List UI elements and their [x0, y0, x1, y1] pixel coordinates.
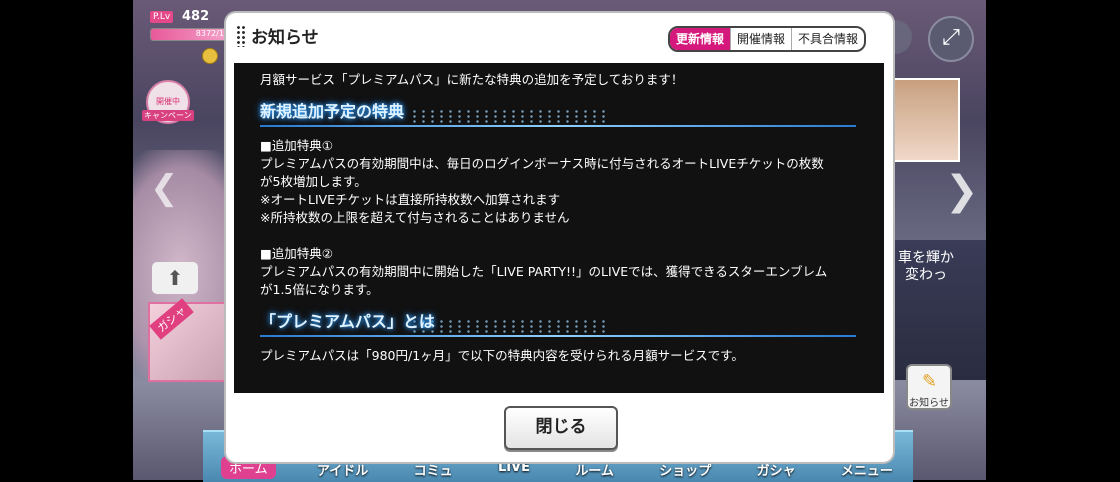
chevron-left-icon[interactable]: ❮ [150, 168, 179, 208]
scroll-up-button[interactable]: ⬆ [152, 262, 198, 294]
sparkle-decoration [410, 109, 610, 125]
expand-icon[interactable]: ⤢ [928, 16, 974, 62]
arrow-up-icon: ⬆ [166, 266, 184, 290]
exp-text: 8372/18 [195, 29, 229, 38]
bonus2-heading: ■追加特典② [260, 246, 334, 261]
nav-shop[interactable]: ショップ [659, 460, 711, 479]
nav-room[interactable]: ルーム [575, 460, 614, 479]
tab-bugs[interactable]: 不具合情報 [792, 28, 864, 50]
grip-icon [236, 25, 246, 47]
dialog-header: お知らせ 更新情報 開催情報 不具合情報 [226, 13, 893, 63]
idol-portrait[interactable] [890, 78, 960, 162]
campaign-sub-label: キャンペーン [142, 110, 194, 121]
nav-menu[interactable]: メニュー [841, 460, 893, 479]
desc-text-1: プレミアムパスは「980円/1ヶ月」で以下の特典内容を受けられる月額サービスです… [260, 348, 744, 363]
heading-underline [260, 125, 856, 127]
bell-icon: ✎ [922, 371, 938, 392]
nav-idol[interactable]: アイドル [317, 460, 368, 479]
tab-events[interactable]: 開催情報 [731, 28, 793, 50]
intro-text: 月額サービス「プレミアムパス」に新たな特典の追加を予定しております！ [260, 72, 684, 87]
close-button[interactable]: 閉じる [504, 406, 618, 450]
bonus2-text-2: が1.5倍になります。 [260, 282, 379, 297]
coin-icon [202, 48, 218, 64]
section-heading: 「プレミアムパス」とは [260, 313, 856, 339]
section-heading: 新規追加予定の特典 [260, 103, 856, 129]
bonus1-note-2: ※所持枚数の上限を超えて付与されることはありません [260, 210, 570, 225]
notice-tabs: 更新情報 開催情報 不具合情報 [668, 26, 867, 52]
bonus1-text-2: が5枚増加します。 [260, 174, 367, 189]
campaign-label: 開催中 [156, 97, 180, 106]
dialog-title: お知らせ [251, 28, 319, 48]
section-title-premium-pass: 「プレミアムパス」とは [260, 312, 435, 331]
exp-bar: 8372/18 [150, 28, 232, 41]
chevron-right-icon[interactable]: ❯ [945, 168, 979, 214]
notice-content[interactable]: 月額サービス「プレミアムパス」に新たな特典の追加を予定しております！ 新規追加予… [234, 63, 884, 393]
nav-live[interactable]: LIVE [498, 460, 530, 479]
bonus1-text-1: プレミアムパスの有効期間中は、毎日のログインボーナス時に付与されるオートLIVE… [260, 156, 824, 171]
section-title-new-bonus: 新規追加予定の特典 [260, 102, 405, 121]
nav-gacha[interactable]: ガシャ [757, 460, 796, 479]
plv-label: P.Lv [150, 11, 174, 23]
heading-underline [260, 335, 856, 337]
plv-value: 482 [182, 9, 210, 24]
bonus2-text-1: プレミアムパスの有効期間中に開始した「LIVE PARTY!!」のLIVEでは、… [260, 264, 828, 279]
tab-updates[interactable]: 更新情報 [670, 28, 732, 50]
nav-row: ホーム アイドル コミュ LIVE ルーム ショップ ガシャ メニュー [233, 460, 893, 479]
notice-button[interactable]: ✎ お知らせ [906, 364, 952, 410]
sparkle-decoration [410, 319, 610, 335]
notice-button-label: お知らせ [909, 398, 949, 409]
notice-dialog: お知らせ 更新情報 開催情報 不具合情報 月額サービス「プレミアムパス」に新たな… [226, 13, 893, 462]
bonus1-heading: ■追加特典① [260, 138, 334, 153]
bonus1-note-1: ※オートLIVEチケットは直接所持枚数へ加算されます [260, 192, 561, 207]
side-caption: 車を輝か 変わっ [898, 250, 954, 283]
nav-commu[interactable]: コミュ [414, 460, 453, 479]
